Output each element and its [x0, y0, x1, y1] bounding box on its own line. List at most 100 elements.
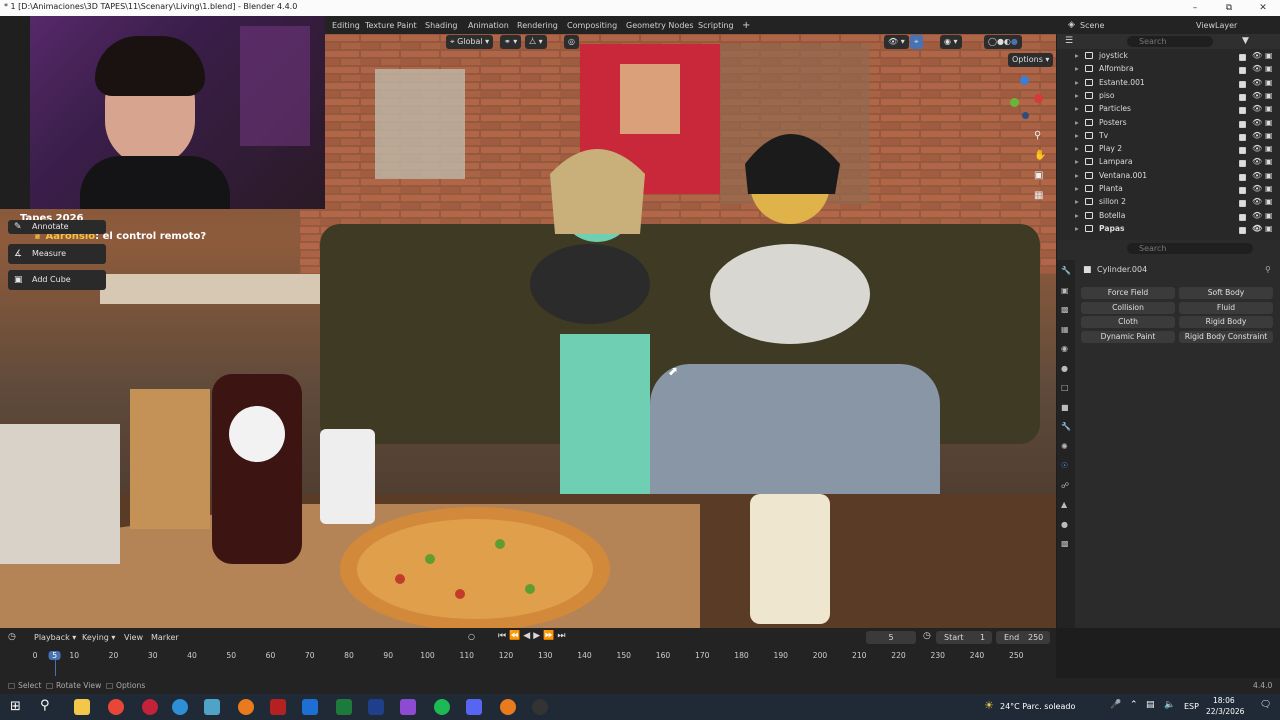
expand-chevron-icon[interactable]: ▸ [1075, 116, 1079, 129]
viewlayer-selector[interactable]: ViewLayer [1190, 18, 1243, 33]
volume-icon[interactable]: 🔈 [1164, 700, 1175, 710]
outliner-row[interactable]: ▸ Botella 👁 ▣ [1057, 209, 1280, 222]
dynamic-paint-button[interactable]: Dynamic Paint [1081, 330, 1175, 343]
visibility-icon[interactable]: 👁 ▾ [884, 35, 909, 49]
navigation-gizmo[interactable] [1004, 74, 1052, 122]
video-app-icon[interactable] [270, 699, 286, 715]
tool-icon[interactable]: 🔧 [1061, 266, 1071, 275]
eye-icon[interactable]: 👁 [1252, 195, 1262, 208]
search-icon[interactable]: ⚲ [40, 698, 50, 713]
spotify-icon[interactable] [434, 699, 450, 715]
expand-chevron-icon[interactable]: ▸ [1075, 129, 1079, 142]
outliner-row[interactable]: ▸ piso 👁 ▣ [1057, 89, 1280, 102]
obs-studio-icon[interactable] [532, 699, 548, 715]
camera-render-icon[interactable]: ▣ [1265, 209, 1273, 222]
discord-icon[interactable] [466, 699, 482, 715]
chrome-icon[interactable] [108, 699, 124, 715]
camera-render-icon[interactable]: ▣ [1265, 76, 1273, 89]
timeline-ruler[interactable]: 0 5 10 20 30 40 50 60 70 80 90 100 110 120 130 140 150 16… [0, 628, 1056, 678]
output-icon[interactable]: ▩ [1061, 305, 1069, 314]
tab-geometry-nodes[interactable]: Geometry Nodes [620, 18, 699, 33]
scene-selector[interactable]: Scene [1074, 18, 1110, 33]
add-workspace-icon[interactable]: + [736, 18, 756, 33]
mic-icon[interactable]: 🎤 [1110, 700, 1121, 710]
texture-icon[interactable]: ▩ [1061, 539, 1069, 548]
outliner-row[interactable]: ▸ sillon 2 👁 ▣ [1057, 195, 1280, 208]
rigid-body-button[interactable]: Rigid Body [1179, 316, 1273, 328]
eye-icon[interactable]: 👁 [1252, 116, 1262, 129]
tab-texture-paint[interactable]: Texture Paint [359, 18, 423, 33]
expand-chevron-icon[interactable]: ▸ [1075, 222, 1079, 235]
expand-chevron-icon[interactable]: ▸ [1075, 209, 1079, 222]
outliner-row[interactable]: ▸ Papas 👁 ▣ [1057, 222, 1280, 235]
fluid-button[interactable]: Fluid [1179, 301, 1273, 314]
soft-body-button[interactable]: Soft Body [1179, 287, 1273, 299]
tab-compositing[interactable]: Compositing [561, 18, 623, 33]
expand-chevron-icon[interactable]: ▸ [1075, 102, 1079, 115]
add-cube-tool[interactable]: ▣ Add Cube [8, 270, 106, 290]
outliner-row[interactable]: ▸ Planta 👁 ▣ [1057, 182, 1280, 195]
orientation-dropdown[interactable]: ⌖ Global ▾ [446, 35, 494, 49]
cloth-button[interactable]: Cloth [1081, 316, 1175, 328]
measure-tool[interactable]: ∡ Measure [8, 244, 106, 264]
maximize-icon[interactable]: ⧉ [1212, 0, 1246, 16]
opera-icon[interactable] [142, 699, 158, 715]
camera-render-icon[interactable]: ▣ [1265, 142, 1273, 155]
minimize-icon[interactable]: – [1178, 0, 1212, 16]
camera-render-icon[interactable]: ▣ [1265, 89, 1273, 102]
camera-icon[interactable]: ▣ [1034, 170, 1043, 181]
camera-render-icon[interactable]: ▣ [1265, 62, 1273, 75]
data-icon[interactable]: ▲ [1061, 500, 1067, 509]
tab-scripting[interactable]: Scripting [692, 18, 740, 33]
eye-icon[interactable]: 👁 [1252, 169, 1262, 182]
camera-render-icon[interactable]: ▣ [1265, 155, 1273, 168]
view-layer-icon[interactable]: ▦ [1061, 325, 1069, 334]
photos-icon[interactable] [302, 699, 318, 715]
properties-search-input[interactable]: Search [1127, 243, 1253, 254]
eye-icon[interactable]: 👁 [1252, 89, 1262, 102]
expand-chevron-icon[interactable]: ▸ [1075, 76, 1079, 89]
notifications-icon[interactable]: 🗨 [1260, 700, 1271, 710]
expand-chevron-icon[interactable]: ▸ [1075, 182, 1079, 195]
outliner-row[interactable]: ▸ Play 2 👁 ▣ [1057, 142, 1280, 155]
zoom-icon[interactable]: ⚲ [1034, 130, 1041, 141]
camera-render-icon[interactable]: ▣ [1265, 49, 1273, 62]
render-icon[interactable]: ▣ [1061, 286, 1069, 295]
world-icon[interactable]: ● [1061, 364, 1068, 373]
tab-shading[interactable]: Shading [419, 18, 464, 33]
expand-chevron-icon[interactable]: ▸ [1075, 195, 1079, 208]
particles-icon[interactable]: ✺ [1061, 442, 1068, 451]
display-mode-icon[interactable]: ☰ [1065, 36, 1073, 46]
force-field-button[interactable]: Force Field [1081, 287, 1175, 299]
clock-time[interactable]: 18:06 [1213, 696, 1235, 705]
blender-active-icon[interactable] [500, 699, 516, 715]
filter-icon[interactable]: ▼ [1242, 36, 1249, 46]
eye-icon[interactable]: 👁 [1252, 142, 1262, 155]
camera-render-icon[interactable]: ▣ [1265, 169, 1273, 182]
snap-icon[interactable]: ⧊ ▾ [525, 35, 547, 49]
weather-text[interactable]: 24°C Parc. soleado [1000, 702, 1075, 711]
language-indicator[interactable]: ESP [1184, 702, 1199, 711]
pan-hand-icon[interactable]: ✋ [1034, 150, 1046, 161]
grid-icon[interactable]: ▦ [1034, 190, 1043, 201]
options-dropdown[interactable]: Options ▾ [1008, 53, 1054, 67]
eye-icon[interactable]: 👁 [1252, 222, 1262, 235]
network-icon[interactable]: ▤ [1146, 700, 1155, 710]
blender-icon[interactable] [238, 699, 254, 715]
camera-render-icon[interactable]: ▣ [1265, 116, 1273, 129]
rigid-body-constraint-button[interactable]: Rigid Body Constraint [1179, 330, 1273, 343]
windows-start-icon[interactable]: ⊞ [10, 699, 21, 714]
collision-button[interactable]: Collision [1081, 301, 1175, 314]
shading-modes-icon[interactable]: ◯●◐● [984, 35, 1022, 49]
camera-render-icon[interactable]: ▣ [1265, 222, 1273, 235]
edge-icon[interactable] [172, 699, 188, 715]
outliner-row[interactable]: ▸ Tv 👁 ▣ [1057, 129, 1280, 142]
physics-icon[interactable]: ☉ [1061, 461, 1068, 470]
app-icon[interactable] [204, 699, 220, 715]
camera-render-icon[interactable]: ▣ [1265, 129, 1273, 142]
outliner-row[interactable]: ▸ joystick 👁 ▣ [1057, 49, 1280, 62]
expand-chevron-icon[interactable]: ▸ [1075, 169, 1079, 182]
tab-animation[interactable]: Animation [462, 18, 515, 33]
outliner-row[interactable]: ▸ Alfombra 👁 ▣ [1057, 62, 1280, 75]
playhead-frame[interactable]: 5 [48, 651, 62, 660]
